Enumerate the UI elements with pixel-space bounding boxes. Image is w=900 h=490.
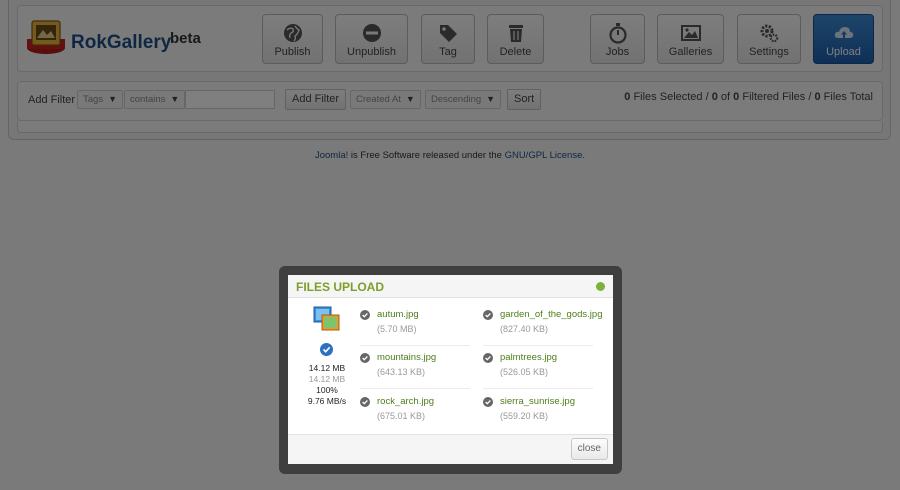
modal-footer: close <box>288 434 613 464</box>
file-name: rock_arch.jpg <box>377 396 435 407</box>
upload-percent: 100% <box>316 385 338 395</box>
modal-header: FILES UPLOAD <box>288 275 613 298</box>
check-icon <box>360 353 370 363</box>
uploaded-file: garden_of_the_gods.jpg (827.40 KB) <box>483 306 602 346</box>
images-icon <box>313 306 340 331</box>
status-ok-icon <box>596 282 605 291</box>
file-size: (526.05 KB) <box>500 367 549 377</box>
uploaded-file: autum.jpg (5.70 MB) <box>360 306 470 346</box>
uploaded-file: palmtrees.jpg (526.05 KB) <box>483 349 593 389</box>
check-icon <box>483 397 493 407</box>
check-icon <box>483 310 493 320</box>
file-size: (827.40 KB) <box>500 324 549 334</box>
file-size: (643.13 KB) <box>377 367 426 377</box>
close-button[interactable]: close <box>570 438 608 460</box>
file-name: garden_of_the_gods.jpg <box>500 309 603 320</box>
file-name: sierra_sunrise.jpg <box>500 396 575 407</box>
uploaded-file: rock_arch.jpg (675.01 KB) <box>360 393 470 433</box>
upload-complete-check-icon <box>320 343 333 356</box>
file-name: autum.jpg <box>377 309 419 320</box>
file-name: palmtrees.jpg <box>500 352 558 363</box>
upload-stats: 14.12 MB 14.12 MB 100% 9.76 MB/s <box>288 363 366 407</box>
modal-title: FILES UPLOAD <box>296 280 385 294</box>
upload-speed: 9.76 MB/s <box>307 396 347 406</box>
file-name: mountains.jpg <box>377 352 437 363</box>
file-size: (559.20 KB) <box>500 411 549 421</box>
check-icon <box>360 397 370 407</box>
uploaded-file: mountains.jpg (643.13 KB) <box>360 349 470 389</box>
file-size: (5.70 MB) <box>377 324 417 334</box>
file-size: (675.01 KB) <box>377 411 426 421</box>
files-upload-modal: FILES UPLOAD 14.12 MB 14.12 MB 100% 9.76… <box>288 275 613 464</box>
uploaded-size: 14.12 MB <box>308 363 346 373</box>
check-icon <box>360 310 370 320</box>
total-size: 14.12 MB <box>308 374 346 384</box>
uploaded-file: sierra_sunrise.jpg (559.20 KB) <box>483 393 593 433</box>
check-icon <box>483 353 493 363</box>
